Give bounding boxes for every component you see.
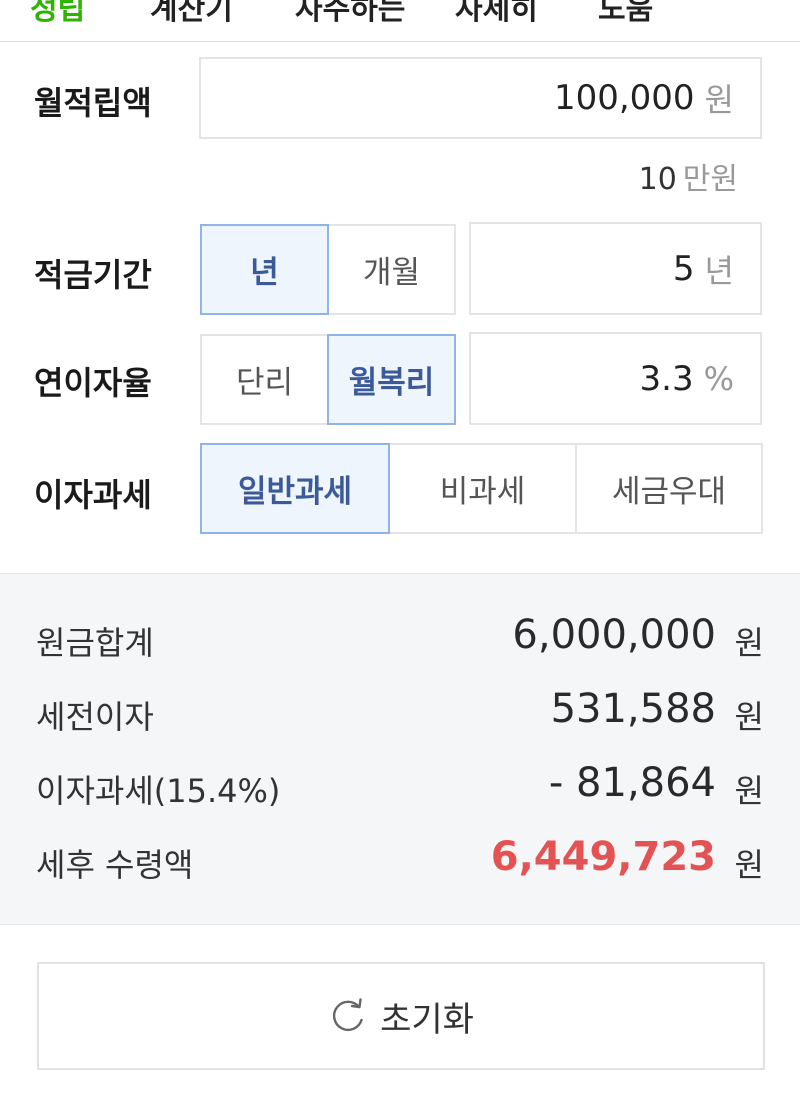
reset-button[interactable]: 초기화 [37, 962, 765, 1070]
savings-period-input[interactable]: 5 년 [469, 222, 762, 315]
tax-general-button[interactable]: 일반과세 [200, 443, 390, 534]
after-tax-unit: 원 [734, 846, 764, 884]
principal-unit: 원 [734, 624, 764, 662]
helper-value: 10 [638, 162, 677, 197]
tab-4[interactable]: 도움 [598, 0, 653, 28]
principal-value: 6,000,000 [512, 612, 716, 658]
tab-3[interactable]: 자세히 [455, 0, 538, 28]
monthly-deposit-unit: 원 [704, 81, 734, 119]
monthly-deposit-helper: 10 만원 [639, 154, 738, 198]
pretax-interest-value: 531,588 [550, 686, 716, 732]
reset-label: 초기화 [380, 999, 474, 1040]
period-unit-month-button[interactable]: 개월 [327, 224, 456, 315]
simple-interest-button[interactable]: 단리 [200, 334, 329, 425]
refresh-icon [333, 998, 363, 1032]
interest-tax-amount-value: - 81,864 [548, 760, 716, 806]
result-summary: 원금합계 6,000,000 원 세전이자 531,588 원 이자과세(15.… [0, 573, 800, 925]
pretax-interest-label: 세전이자 [36, 698, 154, 736]
interest-rate-unit: % [703, 359, 734, 398]
tax-preferential-button[interactable]: 세금우대 [575, 443, 763, 534]
savings-period-unit: 년 [704, 251, 734, 290]
summary-row-principal: 원금합계 6,000,000 원 [0, 612, 800, 672]
savings-period-label: 적금기간 [34, 256, 152, 294]
interest-rate-value: 3.3 [639, 358, 694, 399]
savings-period-value: 5 [672, 248, 695, 289]
summary-row-pretax-interest: 세전이자 531,588 원 [0, 686, 800, 746]
period-unit-year-button[interactable]: 년 [200, 224, 329, 315]
summary-row-interest-tax: 이자과세(15.4%) - 81,864 원 [0, 760, 800, 820]
interest-tax-label: 이자과세 [34, 476, 152, 514]
monthly-deposit-input[interactable]: 100,000 원 [199, 57, 762, 139]
summary-row-after-tax: 세후 수령액 6,449,723 원 [0, 834, 800, 894]
after-tax-value: 6,449,723 [490, 834, 716, 880]
tax-exempt-button[interactable]: 비과세 [388, 443, 577, 534]
interest-rate-label: 연이자율 [34, 364, 152, 402]
monthly-deposit-value: 100,000 [553, 78, 695, 118]
interest-rate-input[interactable]: 3.3 % [469, 332, 762, 425]
interest-tax-amount-label: 이자과세(15.4%) [36, 772, 281, 810]
pretax-interest-unit: 원 [734, 698, 764, 736]
principal-label: 원금합계 [36, 624, 154, 662]
tab-2[interactable]: 자주하는 [295, 0, 405, 28]
monthly-deposit-label: 월적립액 [34, 84, 152, 122]
tab-1[interactable]: 계산기 [150, 0, 233, 28]
helper-unit: 만원 [682, 162, 738, 197]
monthly-compound-button[interactable]: 월복리 [327, 334, 456, 425]
top-tab-bar: 정립 계산기 자주하는 자세히 도움 [0, 0, 800, 42]
interest-tax-amount-unit: 원 [734, 772, 764, 810]
after-tax-label: 세후 수령액 [36, 846, 194, 884]
tab-0[interactable]: 정립 [30, 0, 85, 28]
